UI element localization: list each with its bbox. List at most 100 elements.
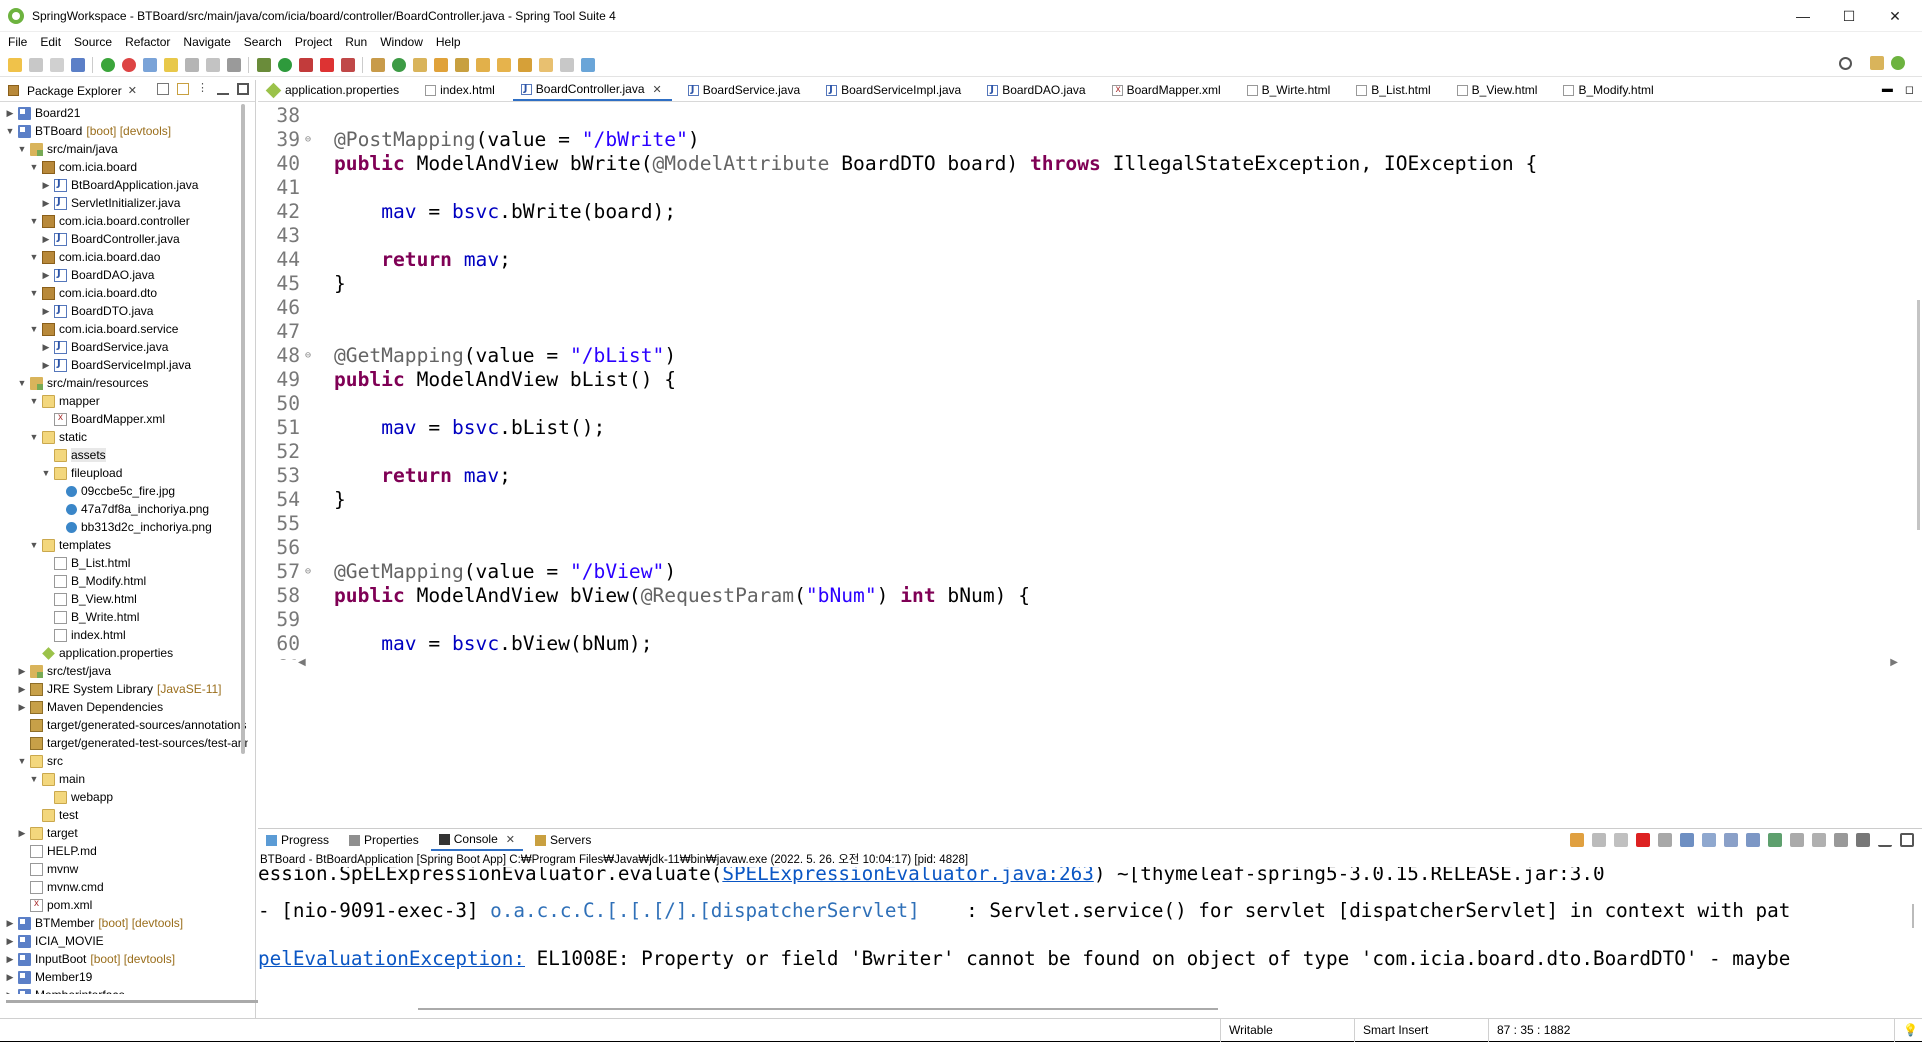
tree-item[interactable]: ▶ BtBoardApplication.java [0, 176, 248, 194]
exception-link[interactable]: pelEvaluationException: [258, 947, 525, 970]
menu-source[interactable]: Source [74, 35, 112, 49]
editor-horizontal-scrollbar[interactable]: ◀ ▶ [298, 657, 1898, 670]
tree-item[interactable]: ▶ InputBoot [boot] [devtools] [0, 950, 248, 968]
tree-item[interactable]: ▼ src [0, 752, 248, 770]
console-tab[interactable]: Servers [527, 829, 599, 851]
close-icon[interactable]: ✕ [653, 83, 662, 96]
close-icon[interactable]: ✕ [506, 833, 515, 846]
collapsed-icon[interactable]: ▶ [16, 666, 28, 677]
tree-item[interactable]: ▼ BTBoard [boot] [devtools] [0, 122, 248, 140]
tree-item[interactable]: ▶ Maven Dependencies [0, 698, 248, 716]
editor-tab[interactable]: BoardMapper.xml [1104, 79, 1231, 101]
expanded-icon[interactable]: ▼ [28, 540, 40, 550]
collapsed-icon[interactable]: ▶ [40, 270, 52, 281]
expanded-icon[interactable]: ▼ [28, 774, 40, 784]
collapsed-icon[interactable]: ▶ [4, 936, 16, 947]
new-class-icon[interactable] [392, 57, 406, 72]
save-all-icon[interactable] [50, 57, 64, 72]
tree-item[interactable]: mvnw [0, 860, 248, 878]
minimize-button[interactable]: — [1780, 0, 1826, 32]
tree-item[interactable]: ▶ BTMember [boot] [devtools] [0, 914, 248, 932]
editor-tab[interactable]: B_List.html [1348, 79, 1440, 101]
tree-item[interactable]: ▼ com.icia.board.dao [0, 248, 248, 266]
tree-item[interactable]: pom.xml [0, 896, 248, 914]
tree-item[interactable]: ▼ com.icia.board.controller [0, 212, 248, 230]
console-scrollbar[interactable] [1912, 904, 1914, 928]
tree-item[interactable]: ▼ src/main/resources [0, 374, 248, 392]
fold-icon[interactable]: ⊖ [300, 344, 316, 368]
tree-item[interactable]: ▼ mapper [0, 392, 248, 410]
tree-item[interactable]: assets [0, 446, 248, 464]
open-perspective-icon[interactable] [1870, 56, 1884, 70]
expanded-icon[interactable]: ▼ [28, 432, 40, 442]
server-icon[interactable] [341, 57, 355, 72]
tree-item[interactable]: ▶ JRE System Library [JavaSE-11] [0, 680, 248, 698]
tree-item[interactable]: ▶ Member19 [0, 968, 248, 986]
tree-item[interactable]: ▶ Board21 [0, 104, 248, 122]
expanded-icon[interactable]: ▼ [28, 324, 40, 334]
back-icon[interactable] [539, 57, 553, 72]
search-icon[interactable] [1839, 56, 1852, 70]
collapsed-icon[interactable]: ▶ [4, 954, 16, 965]
tree-item[interactable]: B_List.html [0, 554, 248, 572]
menu-search[interactable]: Search [244, 35, 282, 49]
stacktrace-link[interactable]: SPELExpressionEvaluator.java:263 [722, 867, 1093, 885]
maximize-view-icon[interactable] [237, 83, 249, 95]
editor-tab[interactable]: BoardController.java ✕ [512, 79, 672, 101]
menu-navigate[interactable]: Navigate [183, 35, 230, 49]
explorer-horizontal-scrollbar[interactable] [0, 998, 266, 1006]
menu-window[interactable]: Window [380, 35, 423, 49]
close-button[interactable]: ✕ [1872, 0, 1918, 32]
minimize-view-icon[interactable] [1878, 833, 1892, 847]
spring-icon[interactable] [143, 57, 157, 72]
tree-item[interactable]: 09ccbe5c_fire.jpg [0, 482, 248, 500]
collapsed-icon[interactable]: ▶ [40, 342, 52, 353]
tree-item[interactable]: webapp [0, 788, 248, 806]
tree-item[interactable]: ▼ com.icia.board.service [0, 320, 248, 338]
tree-item[interactable]: B_View.html [0, 590, 248, 608]
tree-item[interactable]: target/generated-sources/annotations [0, 716, 248, 734]
clear-console-icon[interactable] [1658, 833, 1672, 847]
collapsed-icon[interactable]: ▶ [40, 234, 52, 245]
collapsed-icon[interactable]: ▶ [40, 360, 52, 371]
open-console-icon[interactable] [1812, 833, 1826, 847]
code-area[interactable]: 38 39 ⊖ @PostMapping(value = "/bWrite") 40 pu… [258, 104, 1908, 660]
stop-icon[interactable] [122, 57, 136, 72]
editor-scrollbar[interactable] [1917, 300, 1920, 530]
tree-item[interactable]: 47a7df8a_inchoriya.png [0, 500, 248, 518]
console-tab[interactable]: Console ✕ [430, 829, 523, 851]
scroll-right-icon[interactable]: ▶ [1890, 657, 1898, 668]
tree-item[interactable]: ▶ BoardDAO.java [0, 266, 248, 284]
close-icon[interactable]: ✕ [128, 84, 137, 97]
fold-icon[interactable]: ⊖ [300, 560, 316, 584]
tree-item[interactable]: ▶ BoardDTO.java [0, 302, 248, 320]
open-task-icon[interactable] [434, 57, 448, 72]
collapsed-icon[interactable]: ▶ [40, 306, 52, 317]
menu-file[interactable]: File [8, 35, 27, 49]
terminate-icon[interactable] [1636, 833, 1650, 847]
word-wrap-icon[interactable] [1702, 833, 1716, 847]
new-icon[interactable] [8, 57, 22, 72]
tree-item[interactable]: ▶ BoardController.java [0, 230, 248, 248]
display-console-icon[interactable] [1790, 833, 1804, 847]
expanded-icon[interactable]: ▼ [28, 396, 40, 406]
new-package-icon[interactable] [371, 57, 385, 72]
tree-item[interactable]: ▶ BoardServiceImpl.java [0, 356, 248, 374]
pin-icon[interactable] [1768, 833, 1782, 847]
expanded-icon[interactable]: ▼ [4, 126, 16, 136]
pin-editor-icon[interactable] [581, 57, 595, 72]
tree-item[interactable]: B_Write.html [0, 608, 248, 626]
open-type-icon[interactable] [413, 57, 427, 72]
tree-item[interactable]: bb313d2c_inchoriya.png [0, 518, 248, 536]
tree-item[interactable]: ▼ static [0, 428, 248, 446]
remove-launch-icon[interactable] [1592, 833, 1606, 847]
terminal-icon[interactable] [71, 57, 85, 72]
editor-tab[interactable]: application.properties [258, 79, 409, 101]
menu-edit[interactable]: Edit [40, 35, 61, 49]
boot-dashboard-icon[interactable] [101, 57, 115, 72]
debug-icon[interactable] [257, 57, 271, 72]
tree-item[interactable]: ▶ ServletInitializer.java [0, 194, 248, 212]
tree-item[interactable]: ▶ target [0, 824, 248, 842]
annotation-next-icon[interactable] [476, 57, 490, 72]
tree-item[interactable]: mvnw.cmd [0, 878, 248, 896]
